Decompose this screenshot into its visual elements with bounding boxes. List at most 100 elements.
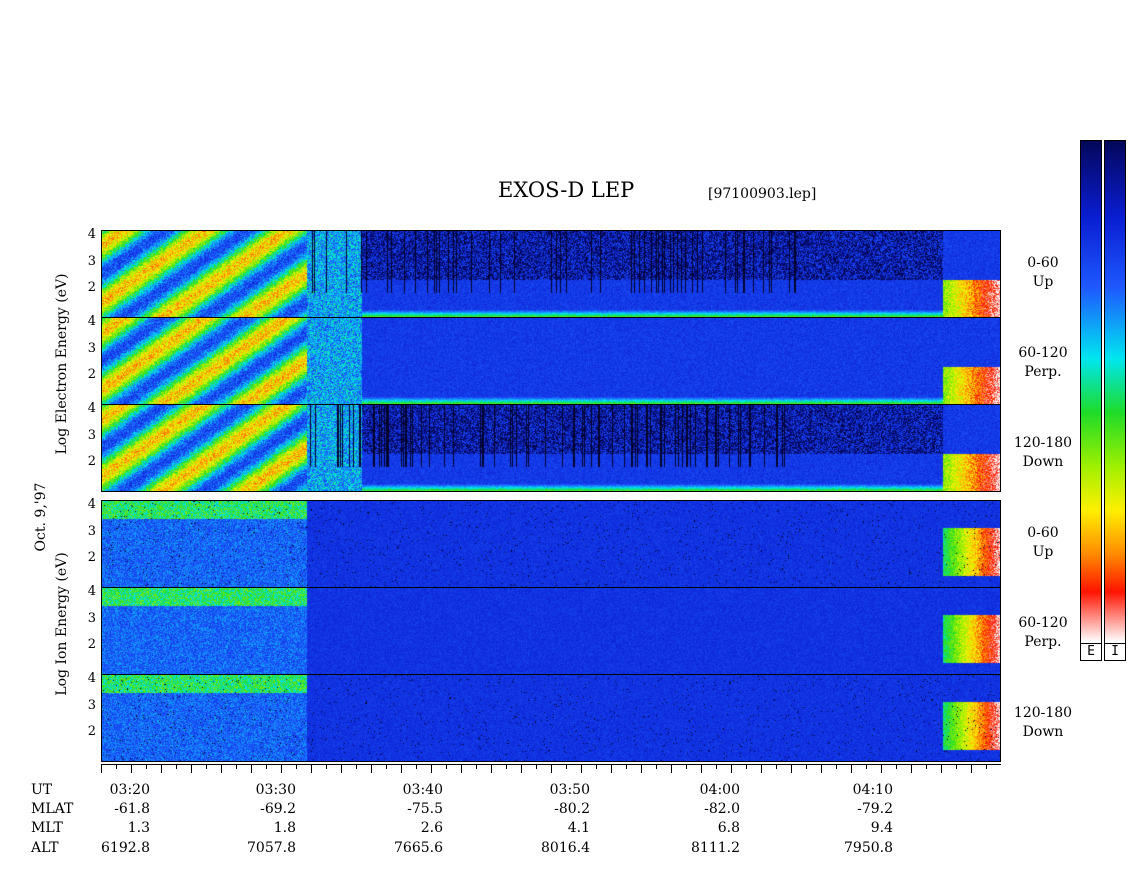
x-tick [491, 764, 492, 773]
ephemeris-alt-value: 7057.8 [247, 840, 296, 856]
y-tick-label: 4 [87, 227, 96, 242]
x-tick [341, 764, 342, 773]
y-tick-label: 3 [87, 698, 96, 713]
x-tick [431, 764, 432, 773]
x-tick [716, 764, 717, 769]
chart-title: EXOS-D LEP [498, 178, 635, 202]
pitch-angle-label: 0-60 Up [1003, 524, 1083, 562]
x-tick [326, 764, 327, 769]
x-tick [656, 764, 657, 769]
ephemeris-ut-value: 03:50 [549, 782, 590, 798]
x-tick [866, 764, 867, 769]
y-tick-label: 4 [87, 401, 96, 416]
spectrogram-ion-perp [101, 587, 1001, 675]
ephemeris-mlt-value: 6.8 [717, 820, 740, 836]
ephemeris-ut-value: 04:00 [699, 782, 740, 798]
ephemeris-ut-value: 03:20 [109, 782, 150, 798]
row-label-mlat: MLAT [31, 801, 74, 817]
x-tick [236, 764, 237, 769]
x-tick [731, 764, 732, 773]
spectrogram-electron-up [101, 230, 1001, 318]
y-tick-label: 2 [87, 637, 96, 652]
y-tick-label: 2 [87, 724, 96, 739]
x-tick [266, 764, 267, 769]
pitch-direction: Up [1032, 544, 1054, 560]
x-tick [386, 764, 387, 769]
ephemeris-ut-value: 04:10 [852, 782, 893, 798]
pitch-range: 60-120 [1018, 615, 1068, 631]
x-tick [896, 764, 897, 769]
ephemeris-mlat-value: -79.2 [857, 801, 893, 817]
pitch-range: 120-180 [1013, 705, 1073, 721]
x-tick [641, 764, 642, 773]
pitch-range: 0-60 [1027, 255, 1059, 271]
y-tick-label: 3 [87, 611, 96, 626]
colorbar-label-electron: E [1080, 643, 1102, 661]
x-tick [146, 764, 147, 769]
row-label-alt: ALT [31, 840, 59, 856]
colorbar-electron [1080, 140, 1102, 661]
y-tick-label: 2 [87, 550, 96, 565]
x-tick [941, 764, 942, 773]
x-tick [251, 764, 252, 773]
ephemeris-mlat-value: -80.2 [554, 801, 590, 817]
pitch-direction: Perp. [1024, 364, 1062, 380]
x-tick [371, 764, 372, 773]
spectrogram-ion-down [101, 674, 1001, 762]
x-tick [281, 764, 282, 773]
pitch-direction: Up [1032, 274, 1054, 290]
x-tick [671, 764, 672, 773]
x-tick [926, 764, 927, 769]
x-tick [401, 764, 402, 773]
colorbar-ion [1104, 140, 1126, 661]
x-tick [416, 764, 417, 769]
pitch-angle-label: 60-120 Perp. [1003, 614, 1083, 652]
ephemeris-mlt-value: 1.3 [127, 820, 150, 836]
x-tick [506, 764, 507, 769]
ephemeris-mlat-value: -69.2 [260, 801, 296, 817]
x-tick [566, 764, 567, 769]
ephemeris-ut-value: 03:30 [255, 782, 296, 798]
ephemeris-mlat-value: -82.0 [704, 801, 740, 817]
x-tick [806, 764, 807, 769]
x-tick [446, 764, 447, 769]
x-tick [221, 764, 222, 773]
x-tick [911, 764, 912, 773]
x-tick [116, 764, 117, 769]
ephemeris-alt-value: 8111.2 [691, 840, 740, 856]
x-tick [176, 764, 177, 769]
ephemeris-mlat-value: -61.8 [114, 801, 150, 817]
x-tick [776, 764, 777, 769]
y-tick-label: 2 [87, 454, 96, 469]
x-tick [686, 764, 687, 769]
y-tick-label: 3 [87, 341, 96, 356]
pitch-angle-label: 0-60 Up [1003, 254, 1083, 292]
x-tick [761, 764, 762, 773]
ephemeris-mlt-value: 1.8 [273, 820, 296, 836]
ion-axis-label: Log Ion Energy (eV) [54, 552, 70, 696]
colorbar-label-ion: I [1104, 643, 1126, 661]
pitch-angle-label: 120-180 Down [1003, 434, 1083, 472]
y-tick-label: 2 [87, 280, 96, 295]
ephemeris-mlt-value: 2.6 [420, 820, 443, 836]
x-tick [476, 764, 477, 769]
x-tick [356, 764, 357, 769]
x-tick [191, 764, 192, 773]
spectrogram-electron-down [101, 404, 1001, 492]
x-tick [746, 764, 747, 769]
x-tick [461, 764, 462, 773]
ephemeris-alt-value: 7950.8 [844, 840, 893, 856]
x-tick [986, 764, 987, 769]
x-tick [521, 764, 522, 773]
x-tick [551, 764, 552, 773]
x-tick [821, 764, 822, 773]
spectrogram-electron-perp [101, 317, 1001, 405]
y-tick-label: 4 [87, 671, 96, 686]
row-label-ut: UT [31, 782, 53, 798]
x-tick [791, 764, 792, 773]
file-label: [97100903.lep] [708, 186, 817, 202]
x-tick [581, 764, 582, 773]
date-label: Oct. 9,'97 [33, 482, 49, 552]
pitch-direction: Perp. [1024, 634, 1062, 650]
x-tick [626, 764, 627, 769]
